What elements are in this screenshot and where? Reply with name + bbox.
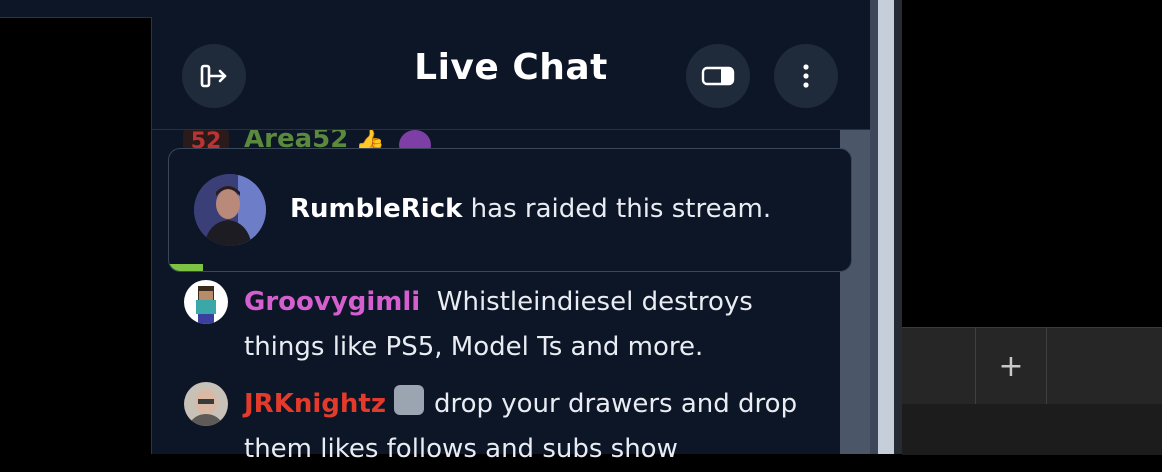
scrollbar[interactable] [878, 0, 894, 454]
new-tab-button[interactable]: + [976, 328, 1046, 404]
raider-avatar[interactable] [194, 174, 266, 246]
toggle-mode-button[interactable] [686, 44, 750, 108]
user-avatar[interactable] [184, 280, 228, 324]
chat-message-body: JRKnightz drop your drawers and drop them… [244, 382, 804, 472]
chat-username[interactable]: JRKnightz [244, 389, 386, 419]
more-vertical-icon [803, 64, 809, 88]
chat-message-body: Groovygimli Whistleindiesel destroys thi… [244, 280, 804, 370]
video-area [0, 0, 151, 454]
subscriber-badge-icon [393, 385, 424, 415]
panel-border [870, 0, 878, 454]
tab-divider [1046, 328, 1047, 404]
user-avatar[interactable] [184, 382, 228, 426]
raid-message: RumbleRick has raided this stream. [290, 194, 771, 224]
raid-description: has raided this stream. [462, 194, 772, 224]
chat-title: Live Chat [414, 47, 608, 88]
more-options-button[interactable] [774, 44, 838, 108]
tab-strip: + [902, 328, 1162, 404]
window-divider [894, 0, 902, 454]
chat-header: Live Chat [152, 17, 870, 130]
raider-name[interactable]: RumbleRick [290, 194, 462, 224]
raid-notification: RumbleRick has raided this stream. [168, 148, 852, 272]
top-strip [0, 0, 870, 18]
toggle-mode-icon [701, 66, 735, 86]
browser-tab-area: + [902, 327, 1162, 455]
chat-username[interactable]: Groovygimli [244, 287, 420, 317]
raid-timer-bar [169, 264, 203, 271]
